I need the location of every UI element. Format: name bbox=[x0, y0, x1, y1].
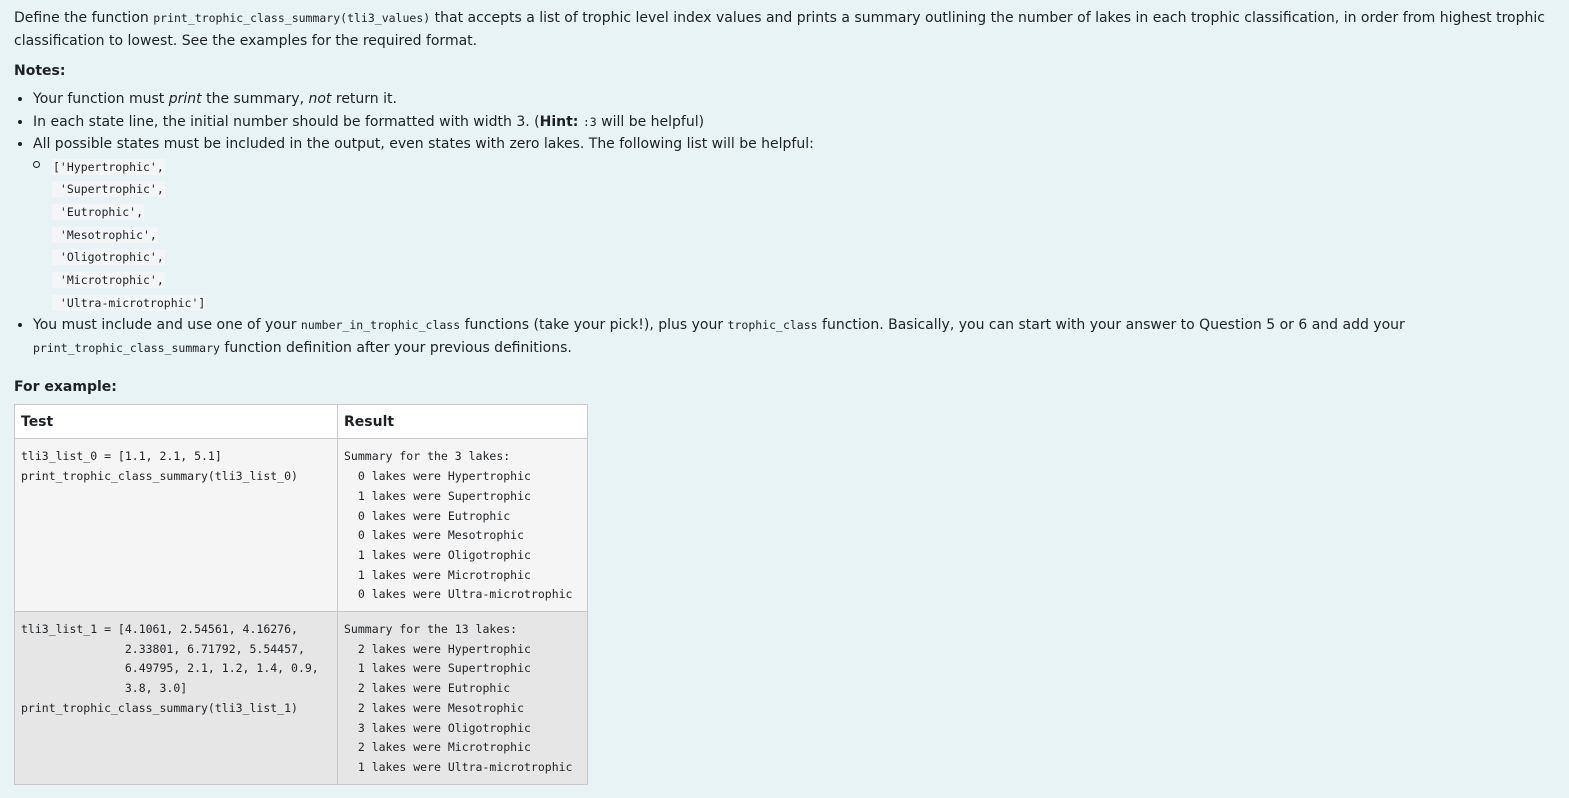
state-line: 'Ultra-microtrophic'] bbox=[52, 292, 1555, 315]
result-cell: Summary for the 13 lakes: 2 lakes were H… bbox=[337, 611, 588, 785]
note1-text-middle: the summary, bbox=[201, 91, 309, 107]
states-list-item: ['Hypertrophic', 'Supertrophic', 'Eutrop… bbox=[33, 156, 1555, 315]
notes-label: Notes: bbox=[14, 63, 66, 79]
note2-format-code: :3 bbox=[582, 114, 597, 129]
question-intro: Define the function print_trophic_class_… bbox=[14, 7, 1555, 52]
header-result: Result bbox=[337, 404, 588, 440]
note1-em-not: not bbox=[308, 91, 332, 107]
note3-text: All possible states must be included in … bbox=[33, 136, 814, 152]
result-output: Summary for the 3 lakes: 0 lakes were Hy… bbox=[344, 449, 573, 602]
note2-text: In each state line, the initial number s… bbox=[33, 113, 540, 130]
note-item-states: All possible states must be included in … bbox=[33, 133, 1555, 314]
state-line: ['Hypertrophic', bbox=[52, 156, 1555, 179]
state-ultra-microtrophic: 'Ultra-microtrophic'] bbox=[52, 294, 207, 311]
state-line: 'Eutrophic', bbox=[52, 201, 1555, 224]
notes-list: Your function must print the summary, no… bbox=[14, 88, 1555, 359]
result-output: Summary for the 13 lakes: 2 lakes were H… bbox=[344, 622, 573, 774]
test-code: tli3_list_0 = [1.1, 2.1, 5.1] print_trop… bbox=[21, 449, 298, 484]
test-cell: tli3_list_1 = [4.1061, 2.54561, 4.16276,… bbox=[14, 611, 338, 785]
state-oligotrophic: 'Oligotrophic', bbox=[52, 249, 165, 266]
state-supertrophic: 'Supertrophic', bbox=[52, 181, 165, 198]
note2-hint-label: Hint: bbox=[539, 113, 579, 130]
note4-code-number-in-trophic-class: number_in_trophic_class bbox=[300, 318, 461, 333]
note4-text-1: You must include and use one of your bbox=[33, 317, 301, 334]
intro-before: Define the function bbox=[14, 10, 154, 26]
state-line: 'Oligotrophic', bbox=[52, 246, 1555, 269]
state-mesotrophic: 'Mesotrophic', bbox=[52, 226, 158, 243]
note4-text-2: functions (take your pick!), plus your bbox=[460, 317, 728, 334]
circle-bullet-icon bbox=[33, 160, 40, 168]
note4-code-print-summary: print_trophic_class_summary bbox=[33, 340, 220, 355]
state-line: 'Microtrophic', bbox=[52, 269, 1555, 292]
note1-text: Your function must bbox=[33, 91, 169, 107]
note4-text-3: function. Basically, you can start with … bbox=[817, 317, 1405, 334]
header-test: Test bbox=[14, 404, 338, 440]
table-row: tli3_list_0 = [1.1, 2.1, 5.1] print_trop… bbox=[14, 438, 588, 613]
state-line: 'Mesotrophic', bbox=[52, 224, 1555, 247]
state-microtrophic: 'Microtrophic', bbox=[52, 272, 165, 289]
test-cell: tli3_list_0 = [1.1, 2.1, 5.1] print_trop… bbox=[14, 438, 338, 613]
intro-function-signature: print_trophic_class_summary(tli3_values) bbox=[153, 11, 431, 25]
test-code: tli3_list_1 = [4.1061, 2.54561, 4.16276,… bbox=[21, 622, 319, 715]
note-item-width: In each state line, the initial number s… bbox=[33, 111, 1555, 134]
note1-text-after: return it. bbox=[331, 91, 397, 107]
state-line: 'Supertrophic', bbox=[52, 178, 1555, 201]
note-item-functions: You must include and use one of your num… bbox=[33, 314, 1555, 359]
result-cell: Summary for the 3 lakes: 0 lakes were Hy… bbox=[337, 438, 588, 613]
state-hypertrophic: ['Hypertrophic', bbox=[52, 158, 165, 175]
table-row: tli3_list_1 = [4.1061, 2.54561, 4.16276,… bbox=[14, 611, 588, 785]
note-item-print: Your function must print the summary, no… bbox=[33, 88, 1555, 111]
examples-table: Test Result tli3_list_0 = [1.1, 2.1, 5.1… bbox=[14, 404, 588, 785]
note1-em-print: print bbox=[168, 91, 202, 107]
states-sublist: ['Hypertrophic', 'Supertrophic', 'Eutrop… bbox=[33, 156, 1555, 315]
question-text: Define the function print_trophic_class_… bbox=[0, 0, 1569, 785]
examples-label: For example: bbox=[14, 379, 117, 396]
examples-header-row: Test Result bbox=[14, 404, 588, 440]
note4-code-trophic-class: trophic_class bbox=[727, 318, 818, 333]
note4-text-4: function definition after your previous … bbox=[219, 339, 572, 356]
state-eutrophic: 'Eutrophic', bbox=[52, 203, 145, 220]
note2-text-after: will be helpful) bbox=[596, 113, 705, 130]
